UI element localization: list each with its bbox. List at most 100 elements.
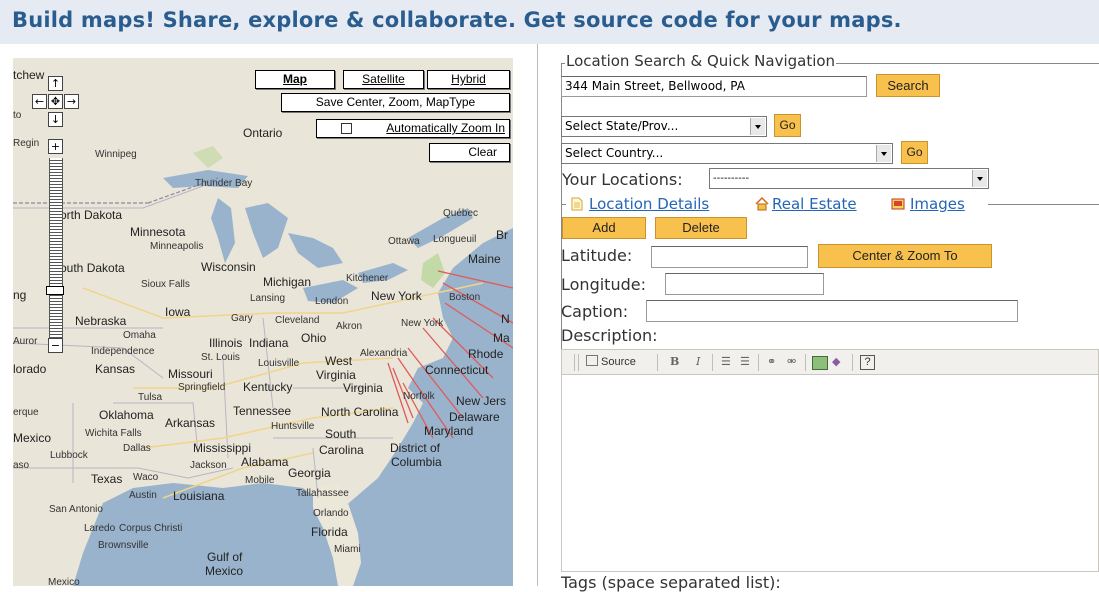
map-label: Michigan (263, 275, 312, 289)
map-label: Virginia (316, 368, 356, 382)
toolbar-separator (852, 354, 853, 371)
tab-real-estate[interactable]: Real Estate (772, 195, 857, 213)
map-label: Ontario (243, 126, 283, 140)
caption-input[interactable] (646, 300, 1018, 322)
unlink-icon[interactable]: ⚮ (787, 354, 796, 370)
map-label: tchew (13, 68, 45, 82)
map-label: South (325, 427, 357, 441)
latitude-input[interactable] (651, 246, 808, 268)
map-label: Mexico (13, 431, 52, 445)
insert-flash-icon[interactable]: ◆ (832, 354, 840, 370)
map-label: Alabama (241, 455, 289, 469)
save-center-zoom-button[interactable]: Save Center, Zoom, MapType (281, 93, 510, 112)
map-label: Cleveland (275, 315, 320, 326)
map-type-satellite-button[interactable]: Satellite (343, 70, 424, 89)
zoom-out-button[interactable]: − (48, 338, 63, 353)
state-province-select[interactable]: Select State/Prov... (561, 116, 767, 137)
description-label: Description: (561, 326, 658, 345)
map-label: Thunder Bay (195, 178, 253, 189)
map-label: Miami (334, 544, 361, 555)
pan-up-button[interactable]: ↑ (48, 76, 63, 91)
address-search-input[interactable]: 344 Main Street, Bellwood, PA (561, 76, 867, 97)
source-button[interactable]: Source (586, 354, 636, 370)
toolbar-separator (578, 354, 579, 371)
bold-button[interactable]: B (670, 354, 679, 370)
map-type-map-button[interactable]: Map (255, 70, 335, 89)
map-type-hybrid-button[interactable]: Hybrid (427, 70, 510, 89)
map-label: Oklahoma (99, 408, 154, 422)
search-button[interactable]: Search (876, 74, 940, 97)
insert-image-icon[interactable] (812, 356, 828, 370)
zoom-slider-track[interactable] (49, 158, 63, 348)
source-icon (586, 355, 598, 366)
pan-center-button[interactable]: ✥ (48, 94, 63, 109)
map-label: Omaha (123, 330, 156, 341)
map-label: Illinois (209, 336, 243, 350)
link-icon[interactable]: ⚭ (767, 354, 776, 370)
add-button[interactable]: Add (562, 217, 646, 239)
map-label: Regin (13, 138, 40, 149)
zoom-in-button[interactable]: + (48, 139, 63, 154)
pan-left-button[interactable]: ← (32, 94, 47, 109)
map-label: lorado (13, 362, 47, 376)
pan-down-button[interactable]: ↓ (48, 112, 63, 127)
clear-button[interactable]: Clear (429, 143, 510, 162)
image-icon (891, 198, 905, 210)
map-label: Louisiana (173, 489, 225, 503)
map-label: Norfolk (403, 391, 435, 402)
toolbar-separator (712, 354, 713, 371)
toolbar-separator (657, 354, 658, 371)
map-label: New York (401, 318, 444, 329)
map-label: St. Louis (201, 352, 240, 363)
map-label: Auror (13, 336, 38, 347)
auto-zoom-checkbox[interactable] (341, 123, 352, 134)
chevron-down-icon (876, 145, 891, 162)
bulleted-list-button[interactable]: ☰ (740, 354, 750, 370)
map-label: Maryland (424, 424, 474, 438)
map-label: Minnesota (130, 225, 186, 239)
map-label: Minneapolis (150, 241, 204, 252)
map-label: Laredo (84, 523, 116, 534)
chevron-down-icon (972, 170, 987, 187)
longitude-label: Longitude: (561, 275, 646, 294)
italic-button[interactable]: I (696, 354, 700, 370)
tab-images[interactable]: Images (910, 195, 965, 213)
map-label: District of (390, 441, 441, 455)
longitude-input[interactable] (665, 273, 824, 295)
country-go-button[interactable]: Go (901, 141, 928, 164)
numbered-list-button[interactable]: ☰ (721, 354, 731, 370)
latitude-label: Latitude: (561, 246, 633, 265)
map-label: Mexico (48, 577, 80, 586)
auto-zoom-toggle[interactable]: Automatically Zoom In (316, 119, 510, 138)
editor-toolbar: Source B I ☰ ☰ ⚭ ⚮ ◆ ? (561, 349, 1099, 375)
page-tagline: Build maps! Share, explore & collaborate… (12, 8, 902, 32)
map-label: Austin (129, 490, 157, 501)
toolbar-separator (805, 354, 806, 371)
map-label: London (315, 296, 349, 307)
map-view[interactable]: tchew to Regin Ontario Winnipeg Thunder … (13, 58, 513, 586)
map-label: Mexico (205, 564, 244, 578)
toolbar-separator (574, 354, 575, 371)
map-label: Akron (336, 321, 363, 332)
help-icon[interactable]: ? (860, 355, 875, 370)
your-locations-select[interactable]: ---------- (709, 168, 989, 189)
map-label: ng (13, 288, 27, 302)
center-zoom-button[interactable]: Center & Zoom To (818, 244, 992, 268)
pan-right-button[interactable]: → (64, 94, 79, 109)
description-editor[interactable] (561, 375, 1099, 572)
map-label: Ohio (301, 331, 327, 345)
map-label: Carolina (319, 443, 364, 457)
map-label: Florida (311, 525, 348, 539)
country-select[interactable]: Select Country... (561, 143, 893, 164)
map-label: Texas (91, 472, 123, 486)
map-label: West (325, 354, 353, 368)
tab-location-details[interactable]: Location Details (589, 195, 709, 213)
state-go-button[interactable]: Go (774, 114, 801, 137)
map-label: Rhode (468, 347, 504, 361)
delete-button[interactable]: Delete (655, 217, 747, 239)
map-label: Wichita Falls (85, 428, 142, 439)
map-label: Wisconsin (201, 260, 256, 274)
map-label: Alexandria (360, 348, 408, 359)
zoom-slider-handle[interactable] (46, 286, 64, 295)
map-label: Br (496, 228, 508, 242)
